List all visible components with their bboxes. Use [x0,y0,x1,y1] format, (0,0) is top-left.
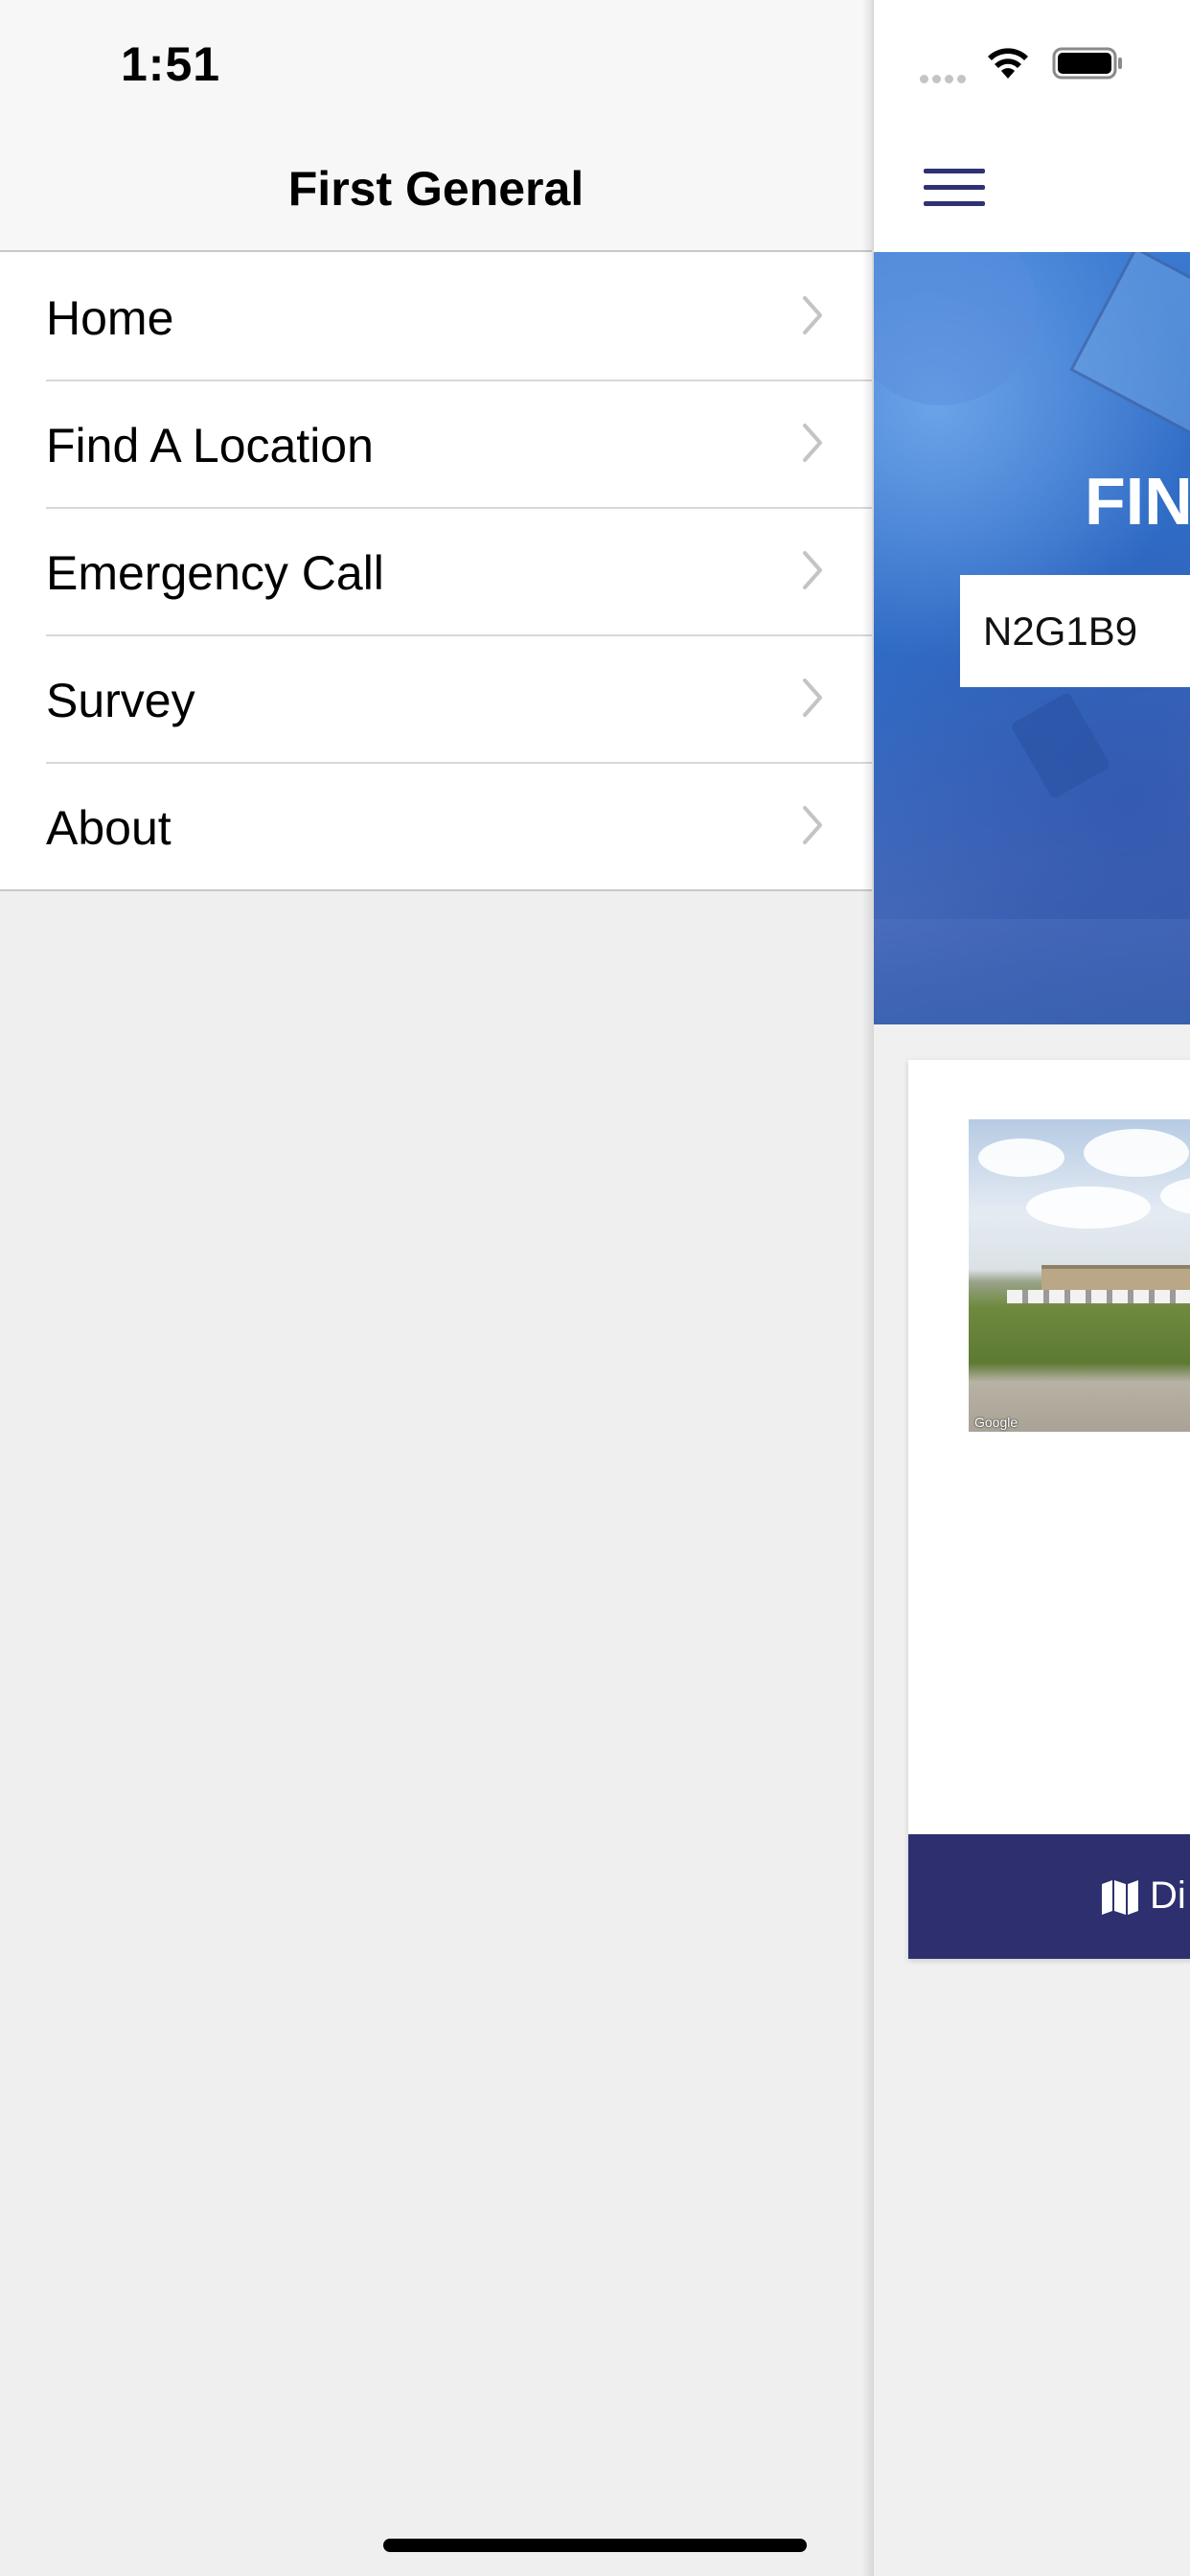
hero-decoration [1069,252,1190,436]
drawer-menu: Home Find A Location Emergency Call Surv… [0,252,872,891]
hero-title: FIN [1085,464,1190,539]
hero-decoration [874,919,1190,1024]
location-card: Google Di [908,1060,1190,1959]
chevron-right-icon [803,551,822,589]
postal-code-input[interactable] [960,575,1190,687]
main-content: FIN Google Di [874,0,1190,2576]
cloud [1084,1129,1189,1177]
cloud [1026,1186,1151,1229]
chevron-right-icon [803,296,822,334]
battery-icon [1052,47,1122,80]
menu-item-find-a-location[interactable]: Find A Location [0,380,872,507]
menu-item-label: Emergency Call [46,546,384,600]
directions-button[interactable]: Di [908,1834,1190,1959]
hero-banner: FIN [874,252,1190,1024]
home-indicator[interactable] [383,2539,807,2552]
chevron-right-icon [803,678,822,717]
menu-item-home[interactable]: Home [0,252,872,380]
menu-item-survey[interactable]: Survey [0,634,872,762]
hero-decoration [1010,691,1111,800]
hamburger-menu-icon[interactable] [924,169,985,207]
map-icon [1102,1880,1138,1915]
main-top-bar [874,0,1190,252]
status-time: 1:51 [121,37,221,91]
side-drawer: 1:51 First General Home Find A Location … [0,0,872,2576]
menu-item-label: Find A Location [46,419,374,472]
wifi-icon [988,48,1028,79]
menu-item-emergency-call[interactable]: Emergency Call [0,507,872,634]
street-view-image[interactable]: Google [969,1119,1190,1432]
status-bar: 1:51 [0,0,872,134]
chevron-right-icon [803,806,822,844]
cloud [1160,1177,1190,1215]
parked-cars [1007,1290,1190,1303]
menu-item-about[interactable]: About [0,762,872,889]
menu-item-label: Home [46,291,174,345]
street-view-credit: Google [974,1414,1018,1430]
drawer-header: First General [0,134,872,252]
drawer-title: First General [287,162,584,216]
directions-label: Di [1150,1874,1186,1917]
menu-item-label: Survey [46,674,195,727]
cellular-signal-icon [920,71,977,83]
cloud [978,1138,1064,1177]
hero-decoration [874,252,1037,405]
menu-item-label: About [46,801,172,855]
chevron-right-icon [803,424,822,462]
